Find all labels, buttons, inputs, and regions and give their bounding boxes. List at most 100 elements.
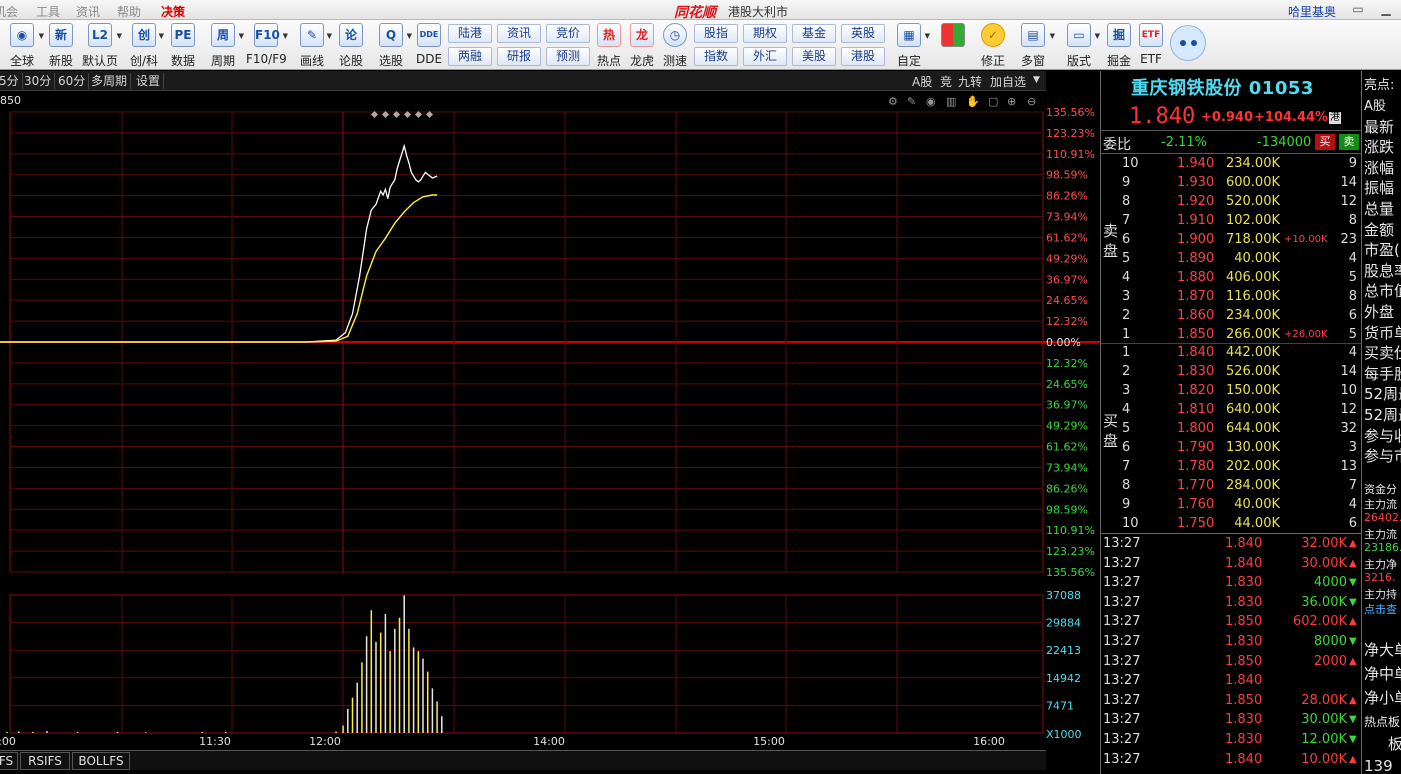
stock-title[interactable]: 重庆钢铁股份 01053 xyxy=(1131,74,1314,100)
toolbar-button-default-page[interactable]: L2 默认页 ▼ xyxy=(80,23,122,69)
add-watchlist-button[interactable]: 加自选 xyxy=(990,73,1026,90)
buy-button[interactable]: 买 xyxy=(1315,134,1335,150)
toolbar-button-etf[interactable]: ETF ETF xyxy=(1136,23,1166,69)
pill-index[interactable]: 指数 xyxy=(694,47,738,66)
chevron-down-icon[interactable]: ▼ xyxy=(1033,75,1040,85)
pill-funds[interactable]: 基金 xyxy=(792,24,836,43)
ask-row[interactable]: 2 1.860 234.00K 6 xyxy=(1101,306,1361,325)
trade-row[interactable]: 13:27 1.830 30.00K ▼ xyxy=(1101,710,1361,730)
ask-row[interactable]: 9 1.930 600.00K 14 xyxy=(1101,173,1361,192)
toolbar-button-gold[interactable]: 掘 掘金 xyxy=(1104,23,1134,69)
pill-options[interactable]: 期权 xyxy=(743,24,787,43)
trade-row[interactable]: 13:27 1.830 4000 ▼ xyxy=(1101,573,1361,593)
fund-flow-label[interactable]: 点击查 xyxy=(1364,601,1397,617)
toolbar-button-discuss[interactable]: 论 论股 xyxy=(336,23,366,69)
pill-hk-stocks[interactable]: 港股 xyxy=(841,47,885,66)
toolbar-button-fix[interactable]: ✓ 修正 xyxy=(978,23,1008,69)
dropdown-arrow-icon[interactable]: ▼ xyxy=(239,32,244,40)
dropdown-arrow-icon[interactable]: ▼ xyxy=(159,32,164,40)
bid-row[interactable]: 6 1.790 130.00K 3 xyxy=(1101,438,1361,457)
bid-row[interactable]: 8 1.770 284.00K 7 xyxy=(1101,476,1361,495)
minimize-icon[interactable]: ▁ xyxy=(1378,2,1394,17)
tab-rsifs[interactable]: RSIFS xyxy=(20,752,70,770)
pill-uk-stocks[interactable]: 英股 xyxy=(841,24,885,43)
assistant-robot-icon[interactable] xyxy=(1170,25,1206,61)
tab-5min[interactable]: 5分 xyxy=(0,73,23,89)
ask-row[interactable]: 10 1.940 234.00K 9 xyxy=(1101,154,1361,173)
bid-row[interactable]: 2 1.830 526.00K 14 xyxy=(1101,362,1361,381)
trade-row[interactable]: 13:27 1.830 12.00K ▼ xyxy=(1101,730,1361,750)
ask-row[interactable]: 8 1.920 520.00K 12 xyxy=(1101,192,1361,211)
trade-row[interactable]: 13:27 1.840 xyxy=(1101,671,1361,691)
dropdown-arrow-icon[interactable]: ▼ xyxy=(925,32,930,40)
ask-row[interactable]: 5 1.890 40.00K 4 xyxy=(1101,249,1361,268)
tab-60min[interactable]: 60分 xyxy=(55,73,90,89)
menu-item-news[interactable]: 资讯 xyxy=(76,3,100,20)
trade-row[interactable]: 13:27 1.840 10.00K ▲ xyxy=(1101,750,1361,770)
toolbar-button-ipo[interactable]: 新 新股 xyxy=(46,23,76,69)
pill-us-stocks[interactable]: 美股 xyxy=(792,47,836,66)
bid-row[interactable]: 7 1.780 202.00K 13 xyxy=(1101,457,1361,476)
dropdown-arrow-icon[interactable]: ▼ xyxy=(327,32,332,40)
ask-row[interactable]: 6 1.900 718.00K +10.00K 23 xyxy=(1101,230,1361,249)
tab-multi-period[interactable]: 多周期 xyxy=(88,73,132,89)
trade-row[interactable]: 13:27 1.830 8000 ▼ xyxy=(1101,632,1361,652)
ask-row[interactable]: 4 1.880 406.00K 5 xyxy=(1101,268,1361,287)
menu-item-decision[interactable]: 决策 xyxy=(161,3,185,20)
pill-margin[interactable]: 两融 xyxy=(448,47,492,66)
toolbar-button-layout[interactable]: ▭ 版式 ▼ xyxy=(1060,23,1100,69)
trade-row[interactable]: 13:27 1.830 36.00K ▼ xyxy=(1101,593,1361,613)
tab-fs[interactable]: FS xyxy=(0,752,18,770)
dropdown-arrow-icon[interactable]: ▼ xyxy=(1095,32,1100,40)
bid-row[interactable]: 10 1.750 44.00K 6 xyxy=(1101,514,1361,533)
trade-row[interactable]: 13:27 1.840 32.00K ▲ xyxy=(1101,534,1361,554)
menu-item-opportunity[interactable]: 机会 xyxy=(0,3,18,20)
dropdown-arrow-icon[interactable]: ▼ xyxy=(283,32,288,40)
trade-row[interactable]: 13:27 1.840 30.00K ▲ xyxy=(1101,554,1361,574)
dropdown-arrow-icon[interactable]: ▼ xyxy=(117,32,122,40)
toolbar-button-grid-color[interactable] xyxy=(938,23,968,69)
toolbar-button-speed[interactable]: ◷ 测速 xyxy=(660,23,690,69)
intraday-chart[interactable]: 850 ⚙ ✎ ◉ ▥ ✋ ▢ ⊕ ⊖ 135.56% 123.23% 110.91… xyxy=(0,91,1100,750)
bid-row[interactable]: 9 1.760 40.00K 4 xyxy=(1101,495,1361,514)
trade-row[interactable]: 13:27 1.850 602.00K ▲ xyxy=(1101,612,1361,632)
toolbar-button-multi-window[interactable]: ▤ 多窗 ▼ xyxy=(1013,23,1055,69)
toolbar-button-global[interactable]: ◉ 全球 ▼ xyxy=(2,23,44,69)
pill-forecast[interactable]: 预测 xyxy=(546,47,590,66)
trade-row[interactable]: 13:27 1.850 28.00K ▲ xyxy=(1101,691,1361,711)
tab-auction[interactable]: 竞 xyxy=(940,73,952,90)
toolbar-button-chuang-ke[interactable]: 创 创/科 ▼ xyxy=(126,23,164,69)
toolbar-button-f10[interactable]: F10 F10/F9 ▼ xyxy=(246,23,288,69)
pill-news[interactable]: 资讯 xyxy=(497,24,541,43)
tab-bollfs[interactable]: BOLLFS xyxy=(72,752,130,770)
toolbar-button-custom[interactable]: ▦ 自定 ▼ xyxy=(890,23,930,69)
user-name[interactable]: 哈里基奥 xyxy=(1288,3,1336,20)
pill-auction[interactable]: 竞价 xyxy=(546,24,590,43)
toolbar-button-hot[interactable]: 热 热点 xyxy=(594,23,624,69)
toolbar-button-select-stock[interactable]: Q 选股 ▼ xyxy=(372,23,412,69)
ask-row[interactable]: 7 1.910 102.00K 8 xyxy=(1101,211,1361,230)
pill-research[interactable]: 研报 xyxy=(497,47,541,66)
restore-icon[interactable]: ▭ xyxy=(1350,2,1366,17)
pill-forex[interactable]: 外汇 xyxy=(743,47,787,66)
bid-row[interactable]: 3 1.820 150.00K 10 xyxy=(1101,381,1361,400)
pill-stock-index[interactable]: 股指 xyxy=(694,24,738,43)
sell-button[interactable]: 卖 xyxy=(1339,134,1359,150)
bid-row[interactable]: 1 1.840 442.00K 4 xyxy=(1101,343,1361,362)
toolbar-button-dde[interactable]: DDE DDE xyxy=(414,23,444,69)
tab-nine-turn[interactable]: 九转 xyxy=(958,73,982,90)
toolbar-button-cycle[interactable]: 周 周期 ▼ xyxy=(204,23,244,69)
dropdown-arrow-icon[interactable]: ▼ xyxy=(407,32,412,40)
tab-settings[interactable]: 设置 xyxy=(133,73,165,89)
bid-row[interactable]: 4 1.810 640.00K 12 xyxy=(1101,400,1361,419)
pill-hk-connect[interactable]: 陆港 xyxy=(448,24,492,43)
toolbar-button-data[interactable]: PE 数据 xyxy=(168,23,198,69)
toolbar-button-draw-line[interactable]: ✎ 画线 ▼ xyxy=(294,23,332,69)
tab-a-share[interactable]: A股 xyxy=(912,73,932,90)
ask-row[interactable]: 3 1.870 116.00K 8 xyxy=(1101,287,1361,306)
menu-item-tools[interactable]: 工具 xyxy=(36,3,60,20)
dropdown-arrow-icon[interactable]: ▼ xyxy=(1050,32,1055,40)
menu-item-help[interactable]: 帮助 xyxy=(117,3,141,20)
toolbar-button-dragon[interactable]: 龙 龙虎 xyxy=(627,23,657,69)
bid-row[interactable]: 5 1.800 644.00K 32 xyxy=(1101,419,1361,438)
